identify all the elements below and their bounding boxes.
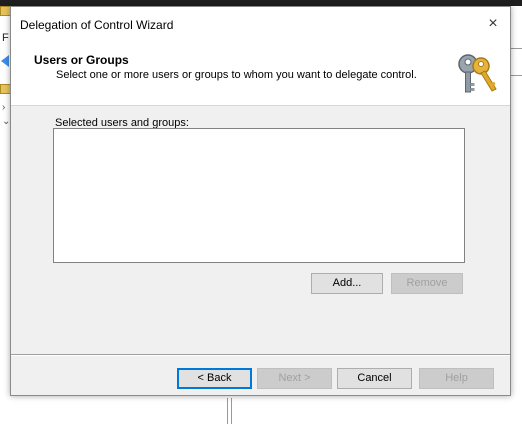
next-button[interactable]: Next > xyxy=(257,368,332,389)
chevron-right-icon: › xyxy=(2,102,6,113)
cancel-button[interactable]: Cancel xyxy=(337,368,412,389)
wizard-header: Users or Groups Select one or more users… xyxy=(11,41,510,106)
delegation-wizard-dialog: Delegation of Control Wizard × Users or … xyxy=(10,6,511,396)
footer-separator xyxy=(11,354,510,356)
help-button[interactable]: Help xyxy=(419,368,494,389)
page-subtitle: Select one or more users or groups to wh… xyxy=(56,69,417,81)
keys-icon xyxy=(458,54,497,93)
page-title: Users or Groups xyxy=(34,53,129,67)
remove-button[interactable]: Remove xyxy=(391,273,463,294)
back-arrow-icon xyxy=(1,55,9,67)
back-button[interactable]: < Back xyxy=(177,368,252,389)
close-button[interactable]: × xyxy=(476,7,510,41)
background-menu-letter: F xyxy=(2,32,9,44)
dialog-title: Delegation of Control Wizard xyxy=(20,18,174,32)
background-divider xyxy=(510,48,522,49)
background-divider xyxy=(510,75,522,76)
add-button[interactable]: Add... xyxy=(311,273,383,294)
selected-users-listbox[interactable] xyxy=(53,128,465,263)
background-splitter xyxy=(227,398,232,424)
dialog-title-bar: Delegation of Control Wizard × xyxy=(11,7,510,41)
